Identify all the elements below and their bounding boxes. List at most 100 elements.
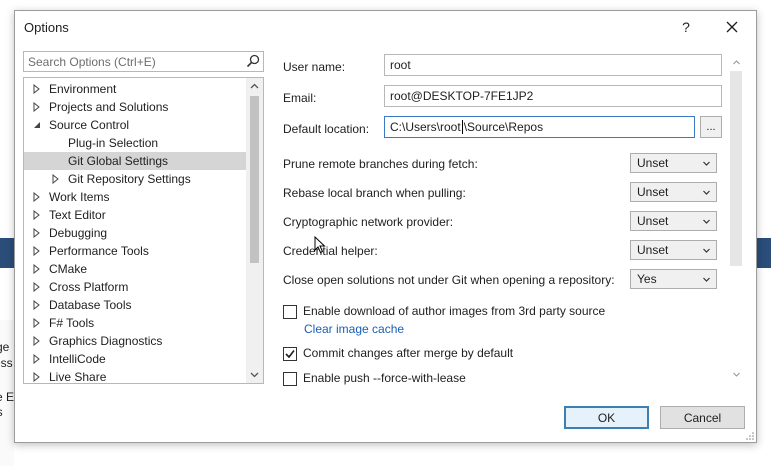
search-options-box[interactable] [23, 51, 264, 72]
prune-label: Prune remote branches during fetch: [283, 157, 478, 171]
text-caret [461, 120, 463, 134]
default-location-field[interactable]: C:\Users\root \Source\Repos [384, 116, 695, 138]
search-input[interactable] [24, 52, 234, 71]
expand-arrow-icon[interactable] [32, 192, 42, 202]
cancel-button[interactable]: Cancel [660, 406, 745, 429]
tree-item-text-editor[interactable]: Text Editor [24, 206, 246, 224]
email-label: Email: [283, 91, 317, 105]
tree-item-label: Environment [49, 82, 117, 96]
close-solutions-value: Yes [637, 272, 657, 286]
email-field[interactable]: root@DESKTOP-7FE1JP2 [384, 85, 722, 107]
tree-item-projects-and-solutions[interactable]: Projects and Solutions [24, 98, 246, 116]
background-text-3: e E [0, 390, 15, 404]
expand-arrow-icon[interactable] [32, 336, 42, 346]
tree-item-database-tools[interactable]: Database Tools [24, 296, 246, 314]
tree-item-debugging[interactable]: Debugging [24, 224, 246, 242]
resize-grip-icon[interactable] [745, 431, 755, 441]
credential-helper-label: Credential helper: [283, 244, 378, 258]
scroll-down-icon[interactable] [249, 369, 260, 380]
tree-item-label: Text Editor [49, 208, 106, 222]
expand-arrow-icon[interactable] [32, 372, 42, 382]
tree-item-work-items[interactable]: Work Items [24, 188, 246, 206]
prune-dropdown[interactable]: Unset [630, 153, 717, 173]
tree-scrollbar[interactable] [246, 78, 263, 383]
author-images-checkbox[interactable] [283, 305, 297, 319]
tree-item-cross-platform[interactable]: Cross Platform [24, 278, 246, 296]
dialog-title: Options [24, 20, 69, 35]
crypto-provider-label: Cryptographic network provider: [283, 215, 454, 229]
tree-item-label: Projects and Solutions [49, 100, 169, 114]
ok-button[interactable]: OK [564, 406, 649, 429]
background-app-bar [0, 238, 14, 268]
tree-item-label: IntelliCode [49, 352, 106, 366]
prune-value: Unset [637, 156, 669, 170]
tree-item-environment[interactable]: Environment [24, 80, 246, 98]
force-with-lease-label[interactable]: Enable push --force-with-lease [303, 371, 466, 385]
default-location-label: Default location: [283, 122, 370, 136]
tree-item-cmake[interactable]: CMake [24, 260, 246, 278]
help-button[interactable]: ? [672, 15, 700, 39]
scroll-up-icon[interactable] [732, 58, 741, 67]
tree-item-git-repository-settings[interactable]: Git Repository Settings [24, 170, 246, 188]
close-solutions-dropdown[interactable]: Yes [630, 269, 717, 289]
scroll-up-icon[interactable] [249, 81, 260, 92]
checkmark-icon [285, 350, 295, 359]
rebase-dropdown[interactable]: Unset [630, 182, 717, 202]
expand-arrow-icon[interactable] [32, 210, 42, 220]
default-location-value-start: C:\Users\root [390, 120, 461, 134]
expand-arrow-icon[interactable] [32, 246, 42, 256]
tree-item-performance-tools[interactable]: Performance Tools [24, 242, 246, 260]
tree-item-git-global-settings[interactable]: Git Global Settings [24, 152, 246, 170]
crypto-provider-dropdown[interactable]: Unset [630, 211, 717, 231]
expand-arrow-icon[interactable] [32, 318, 42, 328]
tree-item-label: Graphics Diagnostics [49, 334, 163, 348]
tree-item-intellicode[interactable]: IntelliCode [24, 350, 246, 368]
close-button[interactable] [718, 15, 746, 39]
chevron-down-icon [703, 190, 710, 195]
author-images-label[interactable]: Enable download of author images from 3r… [303, 304, 605, 318]
tree-scrollbar-thumb[interactable] [250, 96, 259, 263]
commit-after-merge-checkbox[interactable] [283, 347, 297, 361]
expand-arrow-icon[interactable] [32, 102, 42, 112]
expand-arrow-icon[interactable] [32, 300, 42, 310]
browse-button[interactable]: ... [700, 116, 722, 138]
mouse-cursor-icon [314, 236, 326, 254]
expand-arrow-icon[interactable] [32, 228, 42, 238]
tree-item-label: Debugging [49, 226, 108, 240]
collapse-arrow-icon[interactable] [32, 120, 42, 130]
title-bar: Options ? [15, 11, 756, 43]
expand-arrow-icon[interactable] [32, 84, 42, 94]
tree-item-graphics-diagnostics[interactable]: Graphics Diagnostics [24, 332, 246, 350]
commit-after-merge-label[interactable]: Commit changes after merge by default [303, 346, 513, 360]
clear-image-cache-link[interactable]: Clear image cache [304, 322, 404, 336]
force-with-lease-checkbox[interactable] [283, 372, 297, 386]
tree-item-label: Plug-in Selection [68, 136, 159, 150]
tree-item-label: Performance Tools [49, 244, 149, 258]
tree-item-label: F# Tools [49, 316, 95, 330]
settings-scrollbar-thumb[interactable] [730, 71, 742, 266]
tree-item-label: CMake [49, 262, 88, 276]
user-name-label: User name: [283, 60, 346, 74]
expand-arrow-icon[interactable] [32, 282, 42, 292]
tree-item-fsharp-tools[interactable]: F# Tools [24, 314, 246, 332]
expand-arrow-icon[interactable] [32, 264, 42, 274]
user-name-field[interactable]: root [384, 54, 722, 76]
scroll-down-icon[interactable] [732, 370, 741, 379]
search-icon[interactable] [246, 54, 260, 68]
settings-scrollbar[interactable] [730, 57, 742, 379]
expand-arrow-icon[interactable] [32, 354, 42, 364]
tree-item-live-share[interactable]: Live Share [24, 368, 246, 383]
tree-item-plug-in-selection[interactable]: Plug-in Selection [24, 134, 246, 152]
tree-item-source-control[interactable]: Source Control [24, 116, 246, 134]
rebase-value: Unset [637, 185, 669, 199]
user-name-value: root [390, 58, 411, 72]
background-app-bar-right [757, 238, 771, 268]
chevron-down-icon [703, 277, 710, 282]
options-tree[interactable]: Environment Projects and Solutions Sourc… [23, 77, 264, 384]
credential-helper-dropdown[interactable]: Unset [630, 240, 717, 260]
tree-item-label: Database Tools [49, 298, 132, 312]
chevron-down-icon [703, 161, 710, 166]
expand-arrow-icon[interactable] [51, 174, 61, 184]
tree-item-label: Work Items [49, 190, 110, 204]
tree-item-label: Git Repository Settings [68, 172, 191, 186]
